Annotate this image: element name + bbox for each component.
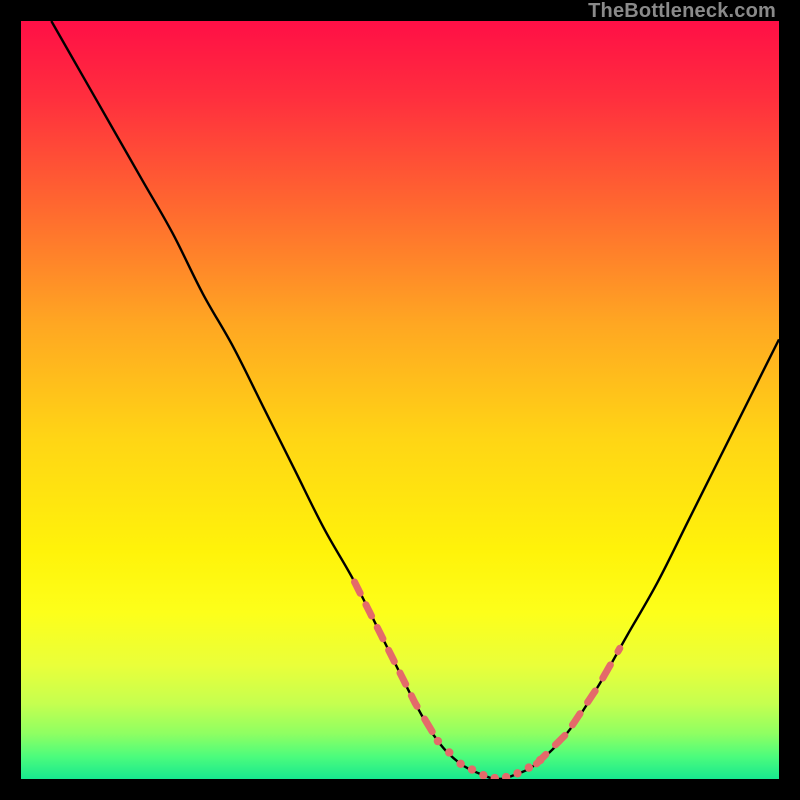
- trough-dot: [445, 748, 453, 756]
- trough-dot: [536, 756, 544, 764]
- trough-dot: [434, 737, 442, 745]
- trough-dot: [513, 769, 521, 777]
- bottleneck-chart: [21, 21, 779, 779]
- chart-frame: [21, 21, 779, 779]
- gradient-background: [21, 21, 779, 779]
- trough-dot: [525, 763, 533, 771]
- trough-dot: [468, 765, 476, 773]
- trough-dot: [456, 760, 464, 768]
- watermark-text: TheBottleneck.com: [588, 0, 776, 23]
